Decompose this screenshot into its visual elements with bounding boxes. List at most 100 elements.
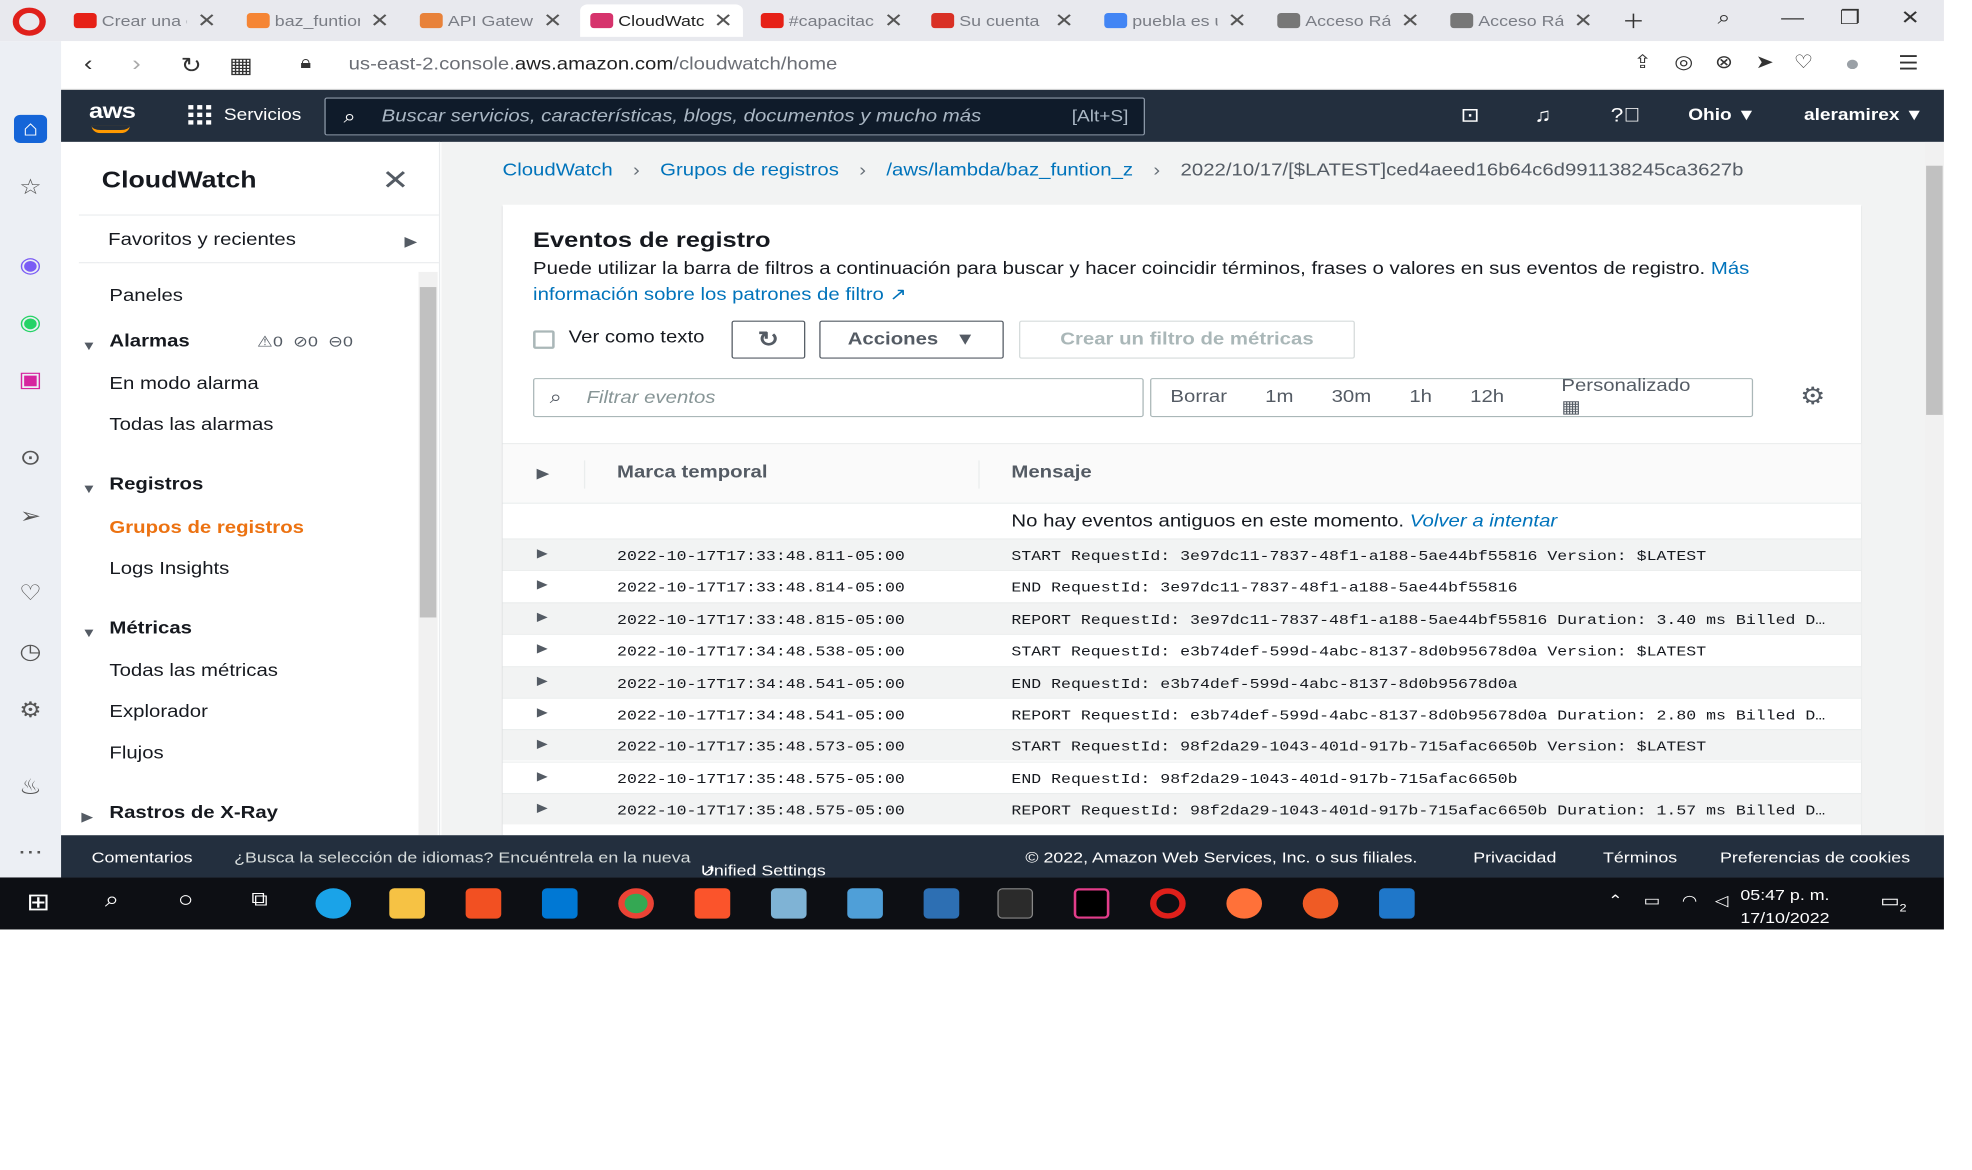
table-row[interactable]: ▶ 2022-10-17T17:33:48.814-05:00 END Reques… [502, 570, 1862, 601]
store-icon[interactable] [465, 888, 502, 919]
account-menu[interactable]: aleramirex ▼ [1804, 106, 1924, 124]
table-row[interactable]: ▶ 2022-10-17T17:33:48.811-05:00 START Requ… [502, 538, 1862, 570]
messenger-icon[interactable]: ◉ [14, 251, 47, 279]
scrollbar-thumb[interactable] [1926, 165, 1943, 415]
tab-close-icon[interactable]: ✕ [543, 9, 562, 32]
nav-item-explorer[interactable]: Explorador [109, 703, 207, 722]
expand-row-caret-icon[interactable]: ▶ [537, 801, 548, 815]
notes-app-icon[interactable] [770, 888, 807, 919]
snapshot-icon[interactable]: ◎ [1674, 52, 1693, 74]
nav-item-all-metrics[interactable]: Todas las métricas [109, 662, 278, 681]
reload-icon[interactable]: ↻ [181, 52, 202, 79]
browser-tab[interactable]: Acceso Ráp ✕ [1440, 4, 1603, 36]
expand-row-caret-icon[interactable]: ▶ [537, 546, 548, 560]
share-icon[interactable]: ⇪ [1634, 52, 1652, 74]
expand-row-caret-icon[interactable]: ▶ [537, 769, 548, 783]
easy-setup-icon[interactable]: ☰ [1898, 52, 1919, 75]
opera-logo-icon[interactable] [12, 7, 46, 36]
nav-section-alarms[interactable]: Alarmas [109, 333, 189, 352]
cloudshell-icon[interactable]: ⊡ [1460, 104, 1479, 127]
create-metric-filter-button[interactable]: Crear un filtro de métricas [1019, 320, 1355, 359]
cortana-icon[interactable]: ○ [168, 888, 204, 918]
table-row[interactable]: ▶ 2022-10-17T17:35:48.575-05:00 END Reques… [502, 761, 1862, 792]
tab-close-icon[interactable]: ✕ [884, 9, 903, 32]
view-as-text-checkbox[interactable] [533, 330, 555, 349]
services-menu-button[interactable]: Servicios [188, 105, 301, 125]
nav-item-log-groups[interactable]: Grupos de registros [109, 519, 304, 538]
cookie-preferences-link[interactable]: Preferencias de cookies [1720, 848, 1910, 865]
favorites-recents[interactable]: Favoritos y recientes [108, 231, 296, 250]
edge-icon[interactable] [315, 888, 352, 919]
bookmarks-heart-icon[interactable]: ♡ [14, 580, 47, 608]
instagram-icon[interactable]: ▣ [14, 366, 47, 394]
caret-down-icon[interactable]: ▼ [81, 338, 96, 353]
time-custom[interactable]: Personalizado ▦ [1523, 377, 1752, 418]
nav-item-panels[interactable]: Paneles [109, 287, 183, 306]
settings-icon[interactable]: ⚙ [14, 697, 47, 725]
tab-close-icon[interactable]: ✕ [714, 9, 733, 32]
region-selector[interactable]: Ohio ▼ [1688, 106, 1756, 124]
browser-tab[interactable]: API Gatewa ✕ [410, 4, 573, 36]
main-scrollbar[interactable] [1924, 141, 1944, 836]
nav-item-in-alarm[interactable]: En modo alarma [109, 375, 258, 394]
col-message[interactable]: Mensaje [1011, 464, 1091, 483]
nav-section-logs[interactable]: Registros [109, 476, 203, 495]
close-nav-icon[interactable]: ✕ [382, 164, 410, 198]
wifi-icon[interactable]: ◠ [1682, 892, 1698, 910]
scrollbar-thumb[interactable] [419, 287, 437, 618]
tabs-grid-icon[interactable]: ▦ [229, 52, 253, 79]
restore-icon[interactable]: ❐ [1840, 6, 1861, 29]
expand-row-caret-icon[interactable]: ▶ [537, 737, 548, 751]
table-row[interactable]: ▶ 2022-10-17T17:34:48.538-05:00 START Requ… [502, 633, 1862, 665]
expand-row-caret-icon[interactable]: ▶ [537, 642, 548, 656]
view-as-text-label[interactable]: Ver como texto [569, 328, 705, 347]
breadcrumb-cloudwatch[interactable]: CloudWatch [503, 161, 613, 180]
adblock-icon[interactable]: ⊗ [1715, 52, 1733, 74]
profile-avatar-icon[interactable]: ● [1845, 52, 1860, 77]
privacy-link[interactable]: Privacidad [1473, 848, 1556, 865]
feedback-link[interactable]: Comentarios [92, 848, 193, 865]
time-30m[interactable]: 30m [1313, 388, 1391, 407]
player-icon[interactable]: ⊙ [14, 444, 47, 472]
windows-start-icon[interactable]: ⊞ [20, 888, 56, 918]
tab-search-icon[interactable]: ⌕ [1717, 6, 1730, 29]
caret-right-icon[interactable]: ▶ [405, 233, 418, 250]
table-row[interactable]: ▶ 2022-10-17T17:33:48.815-05:00 REPORT Req… [502, 602, 1862, 634]
more-icon[interactable]: ⋯ [14, 838, 47, 866]
opera-taskbar-icon[interactable] [1150, 888, 1186, 919]
nav-item-streams[interactable]: Flujos [109, 744, 163, 763]
side-nav-title[interactable]: CloudWatch [102, 168, 257, 194]
browser-tab[interactable]: baz_funtior ✕ [237, 4, 400, 36]
breadcrumb-log-groups[interactable]: Grupos de registros [660, 161, 839, 180]
notification-center-icon[interactable]: ▭2 [1880, 890, 1906, 915]
terms-link[interactable]: Términos [1603, 848, 1677, 865]
volume-icon[interactable]: ◁ [1715, 892, 1729, 910]
back-icon[interactable]: ‹ [84, 52, 92, 77]
aws-search-input[interactable]: ⌕ Buscar servicios, características, blo… [324, 97, 1145, 136]
tab-close-icon[interactable]: ✕ [370, 9, 389, 32]
search-icon[interactable]: ⌕ [94, 888, 130, 918]
intellij-icon[interactable] [1073, 888, 1110, 919]
chrome-icon[interactable] [618, 888, 654, 919]
file-explorer-icon[interactable] [389, 888, 425, 919]
speed-dial-icon[interactable]: ☆ [14, 173, 47, 201]
caret-down-icon[interactable]: ▼ [81, 625, 96, 640]
alarm-status-counts[interactable]: ⚠0 ⊘0 ⊖0 [257, 333, 353, 351]
retry-link[interactable]: Volver a intentar [1410, 512, 1557, 530]
url-field[interactable]: us-east-2.console.aws.amazon.com/cloudwa… [349, 55, 838, 74]
expand-all-caret-icon[interactable]: ▶ [537, 466, 549, 481]
nav-item-logs-insights[interactable]: Logs Insights [109, 560, 229, 579]
history-icon[interactable]: ◷ [14, 638, 47, 666]
caret-down-icon[interactable]: ▼ [81, 481, 96, 496]
refresh-button[interactable]: ↻ [731, 320, 806, 359]
table-row[interactable]: ▶ 2022-10-17T17:34:48.541-05:00 END Reques… [502, 665, 1862, 698]
battery-icon[interactable]: ▭ [1644, 892, 1661, 910]
time-12h[interactable]: 12h [1451, 388, 1523, 407]
tray-chevron-icon[interactable]: ⌃ [1608, 892, 1623, 910]
caret-right-icon[interactable]: ▶ [81, 809, 93, 824]
browser-tab[interactable]: Crear una c ✕ [64, 4, 227, 36]
tab-close-icon[interactable]: ✕ [1055, 9, 1074, 32]
time-1h[interactable]: 1h [1390, 388, 1451, 407]
nav-section-xray[interactable]: Rastros de X-Ray [109, 804, 278, 823]
breadcrumb-log-group[interactable]: /aws/lambda/baz_funtion_z [886, 161, 1133, 180]
